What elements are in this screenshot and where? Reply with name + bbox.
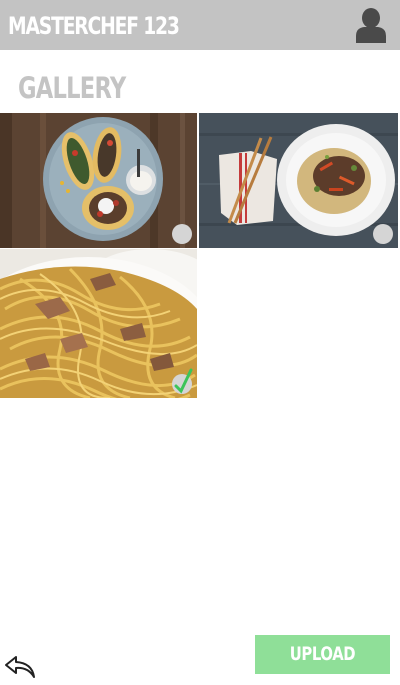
select-indicator[interactable] bbox=[373, 224, 393, 244]
spaghetti-photo bbox=[0, 249, 197, 398]
upload-button-label: UPLOAD bbox=[289, 643, 356, 665]
checkmark-icon bbox=[174, 368, 193, 394]
app-title: MASTERCHEF 123 bbox=[8, 12, 180, 40]
select-indicator[interactable] bbox=[172, 224, 192, 244]
gallery-title: GALLERY bbox=[18, 71, 126, 105]
reply-arrow-icon bbox=[5, 656, 35, 678]
select-indicator-checked[interactable] bbox=[172, 368, 193, 394]
app-header: MASTERCHEF 123 bbox=[0, 0, 400, 50]
stir-fry-photo bbox=[199, 113, 398, 248]
back-button[interactable] bbox=[4, 654, 36, 680]
gallery-item-stir-fry[interactable] bbox=[199, 113, 398, 248]
user-silhouette-icon bbox=[356, 8, 386, 43]
tacos-photo bbox=[0, 113, 197, 248]
gallery-item-tacos[interactable] bbox=[0, 113, 197, 248]
profile-button[interactable] bbox=[354, 7, 388, 43]
upload-button[interactable]: UPLOAD bbox=[255, 635, 390, 674]
gallery-item-spaghetti[interactable] bbox=[0, 249, 197, 398]
